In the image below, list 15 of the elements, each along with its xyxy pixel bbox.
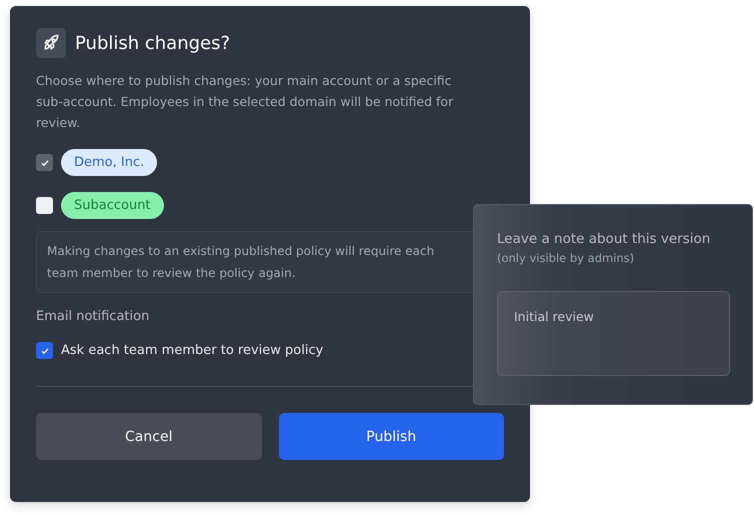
check-icon [40,158,50,168]
section-heading: Email notification [36,309,150,324]
account-tag: Demo, Inc. [61,149,158,176]
cancel-button[interactable]: Cancel [36,413,262,460]
rocket-icon [36,28,66,58]
checkbox[interactable] [36,197,53,214]
description-text: Choose where to publish changes: your main account or a specific sub-account. Employees in the selected domain will be notified for review. [36,72,454,132]
note-field[interactable]: Initial review [497,291,730,376]
dialog-title: Publish changes? [75,32,230,54]
publish-button[interactable]: Publish [278,413,504,460]
checkbox[interactable] [36,342,53,359]
checkbox[interactable] [36,154,53,171]
check-icon [40,346,50,356]
checkbox-label: Ask each team member to review policy [61,343,324,358]
account-tag: Subaccount [61,192,164,219]
